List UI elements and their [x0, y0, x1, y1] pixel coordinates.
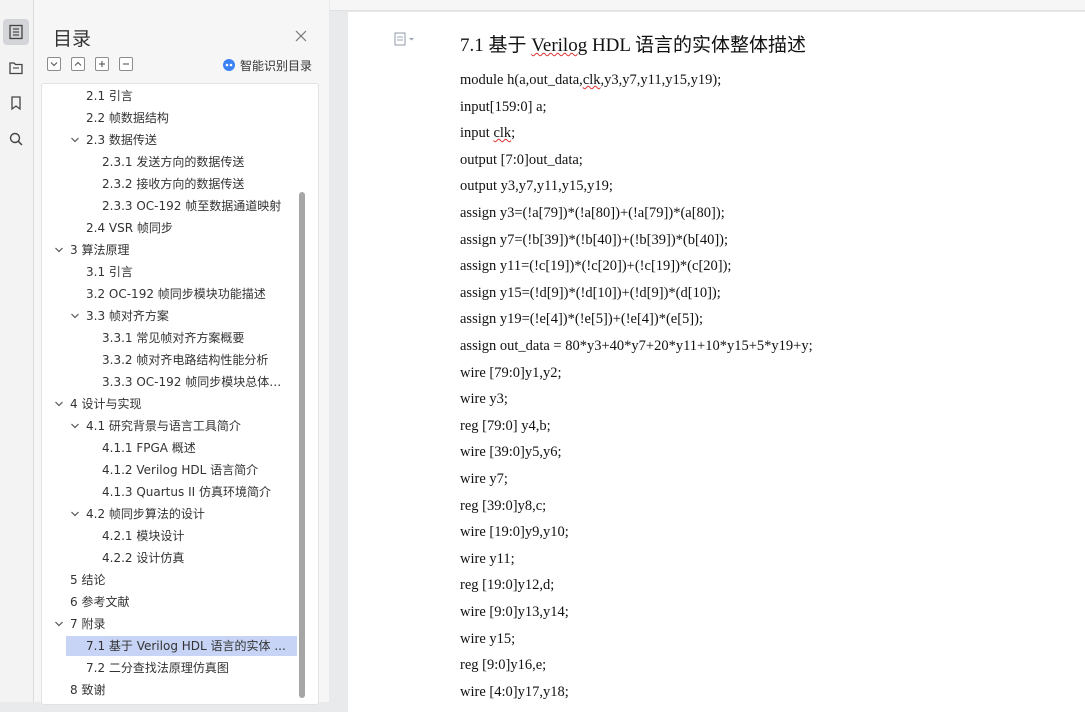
left-icon-rail — [0, 0, 34, 702]
code-line: wire y7; — [460, 471, 508, 487]
toc-item[interactable]: 2.4 VSR 帧同步 — [86, 218, 292, 238]
toc-item[interactable]: 7.1 基于 Verilog HDL 语言的实体 ... — [66, 636, 297, 656]
spellcheck-mark: clk — [493, 125, 512, 142]
toc-item[interactable]: 3.3.2 帧对齐电路结构性能分析 — [102, 350, 292, 370]
expand-all-button[interactable] — [71, 57, 85, 71]
chevron-down-icon[interactable] — [54, 245, 64, 255]
code-line: assign y19=(!e[4])*(!e[5])+(!e[4])*(e[5]… — [460, 311, 703, 328]
code-line: reg [39:0]y8,c; — [460, 497, 547, 514]
code-line: assign y7=(!b[39])*(!b[40])+(!b[39])*(b[… — [460, 231, 729, 248]
code-line: wire y11; — [460, 550, 515, 567]
toc-item[interactable]: 2.1 引言 — [86, 86, 292, 106]
search-icon[interactable] — [3, 126, 29, 152]
toc-item[interactable]: 3.1 引言 — [86, 262, 292, 282]
folder-tree-icon[interactable] — [3, 55, 29, 81]
toc-item[interactable]: 2.3 数据传送 — [86, 130, 292, 150]
code-line: wire [9:0]y13,y14; — [460, 604, 569, 620]
code-line: output [7:0]out_data; — [460, 151, 583, 168]
panel-title: 目录 — [53, 28, 92, 50]
toc-scrollbar[interactable] — [299, 192, 305, 698]
toc-item[interactable]: 2.3.1 发送方向的数据传送 — [102, 152, 292, 172]
toc-item[interactable]: 4.1 研究背景与语言工具简介 — [86, 416, 292, 436]
code-line: module h(a,out_data,clk,y3,y7,y11,y15,y1… — [460, 72, 722, 88]
document-page[interactable]: 7.1 基于 Verilog HDL 语言的实体整体描述 module h(a,… — [348, 12, 1085, 712]
toc-item[interactable]: 2.3.2 接收方向的数据传送 — [102, 174, 292, 194]
toc-item[interactable]: 7 附录 — [70, 614, 292, 634]
toc-list: 2.1 引言 2.2 帧数据结构 2.3 数据传送 2.3.1 发送方向的数据传送 2.… — [41, 83, 319, 705]
code-line: wire [4:0]y17,y18; — [460, 683, 569, 700]
toc-item[interactable]: 4.1.1 FPGA 概述 — [102, 438, 292, 458]
outline-icon[interactable] — [3, 19, 29, 45]
toc-item[interactable]: 5 结论 — [70, 570, 292, 590]
toc-item[interactable]: 4.2.2 设计仿真 — [102, 548, 292, 568]
chevron-down-icon[interactable] — [70, 135, 80, 145]
add-heading-button[interactable] — [95, 57, 109, 71]
chevron-down-icon[interactable] — [70, 509, 80, 519]
chevron-down-icon[interactable] — [70, 421, 80, 431]
toc-item[interactable]: 4.1.2 Verilog HDL 语言简介 — [102, 460, 292, 480]
toc-item[interactable]: 4 设计与实现 — [70, 394, 292, 414]
code-line: assign y11=(!c[19])*(!c[20])+(!c[19])*(c… — [460, 258, 732, 275]
toc-item[interactable]: 3.3.3 OC-192 帧同步模块总体电... — [102, 372, 292, 392]
code-line: reg [79:0] y4,b; — [460, 417, 551, 434]
close-icon[interactable] — [293, 28, 309, 44]
toc-item[interactable]: 4.2.1 模块设计 — [102, 526, 292, 546]
code-line: wire [79:0]y1,y2; — [460, 364, 562, 381]
toc-item[interactable]: 4.1.3 Quartus II 仿真环境简介 — [102, 482, 292, 502]
code-line: output y3,y7,y11,y15,y19; — [460, 178, 613, 195]
spellcheck-mark: clk — [582, 72, 601, 88]
toc-item[interactable]: 2.2 帧数据结构 — [86, 108, 292, 128]
chevron-down-icon[interactable] — [70, 311, 80, 321]
document-area: 7.1 基于 Verilog HDL 语言的实体整体描述 module h(a,… — [330, 0, 1085, 712]
toc-item[interactable]: 7.2 二分查找法原理仿真图 — [86, 658, 292, 678]
ruler-strip — [330, 0, 1085, 11]
code-line: assign y15=(!d[9])*(!d[10])+(!d[9])*(d[1… — [460, 284, 721, 301]
chevron-down-icon[interactable] — [54, 399, 64, 409]
toc-item[interactable]: 3.3.1 常见帧对齐方案概要 — [102, 328, 292, 348]
toc-item[interactable]: 4.2 帧同步算法的设计 — [86, 504, 292, 524]
code-line: input clk; — [460, 125, 516, 142]
code-line: wire y15; — [460, 630, 516, 647]
code-line: wire [19:0]y9,y10; — [460, 524, 569, 541]
code-line: reg [19:0]y12,d; — [460, 577, 555, 594]
chevron-down-icon[interactable] — [54, 619, 64, 629]
smart-toc-button[interactable]: 智能识别目录 — [222, 57, 312, 73]
toc-item[interactable]: 3.3 帧对齐方案 — [86, 306, 292, 326]
smart-toc-label: 智能识别目录 — [240, 58, 313, 73]
toc-item[interactable]: 3.2 OC-192 帧同步模块功能描述 — [86, 284, 292, 304]
toc-item[interactable]: 6 参考文献 — [70, 592, 292, 612]
section-heading: 7.1 基于 Verilog HDL 语言的实体整体描述 — [460, 35, 807, 56]
code-line: input[159:0] a; — [460, 98, 547, 115]
code-line: wire y3; — [460, 391, 508, 408]
spellcheck-mark: Verilog — [531, 35, 588, 56]
paragraph-menu-icon[interactable] — [393, 32, 417, 46]
remove-heading-button[interactable] — [119, 57, 133, 71]
outline-panel: 目录 智能识别目录 2.1 引言 2.2 帧数据结构 2.3 数据传送 2.3.1 发… — [34, 0, 329, 705]
code-line: reg [9:0]y16,e; — [460, 657, 547, 674]
toc-item[interactable]: 3 算法原理 — [70, 240, 292, 260]
code-line: assign out_data = 80*y3+40*y7+20*y11+10*… — [460, 338, 813, 354]
code-line: assign y3=(!a[79])*(!a[80])+(!a[79])*(a[… — [460, 205, 725, 221]
bookmark-icon[interactable] — [3, 90, 29, 116]
collapse-all-button[interactable] — [47, 57, 61, 71]
toc-item[interactable]: 2.3.3 OC-192 帧至数据通道映射 — [102, 196, 292, 216]
code-line: wire [39:0]y5,y6; — [460, 444, 562, 461]
smart-recognize-icon — [223, 59, 235, 71]
toc-item[interactable]: 8 致谢 — [70, 680, 292, 700]
